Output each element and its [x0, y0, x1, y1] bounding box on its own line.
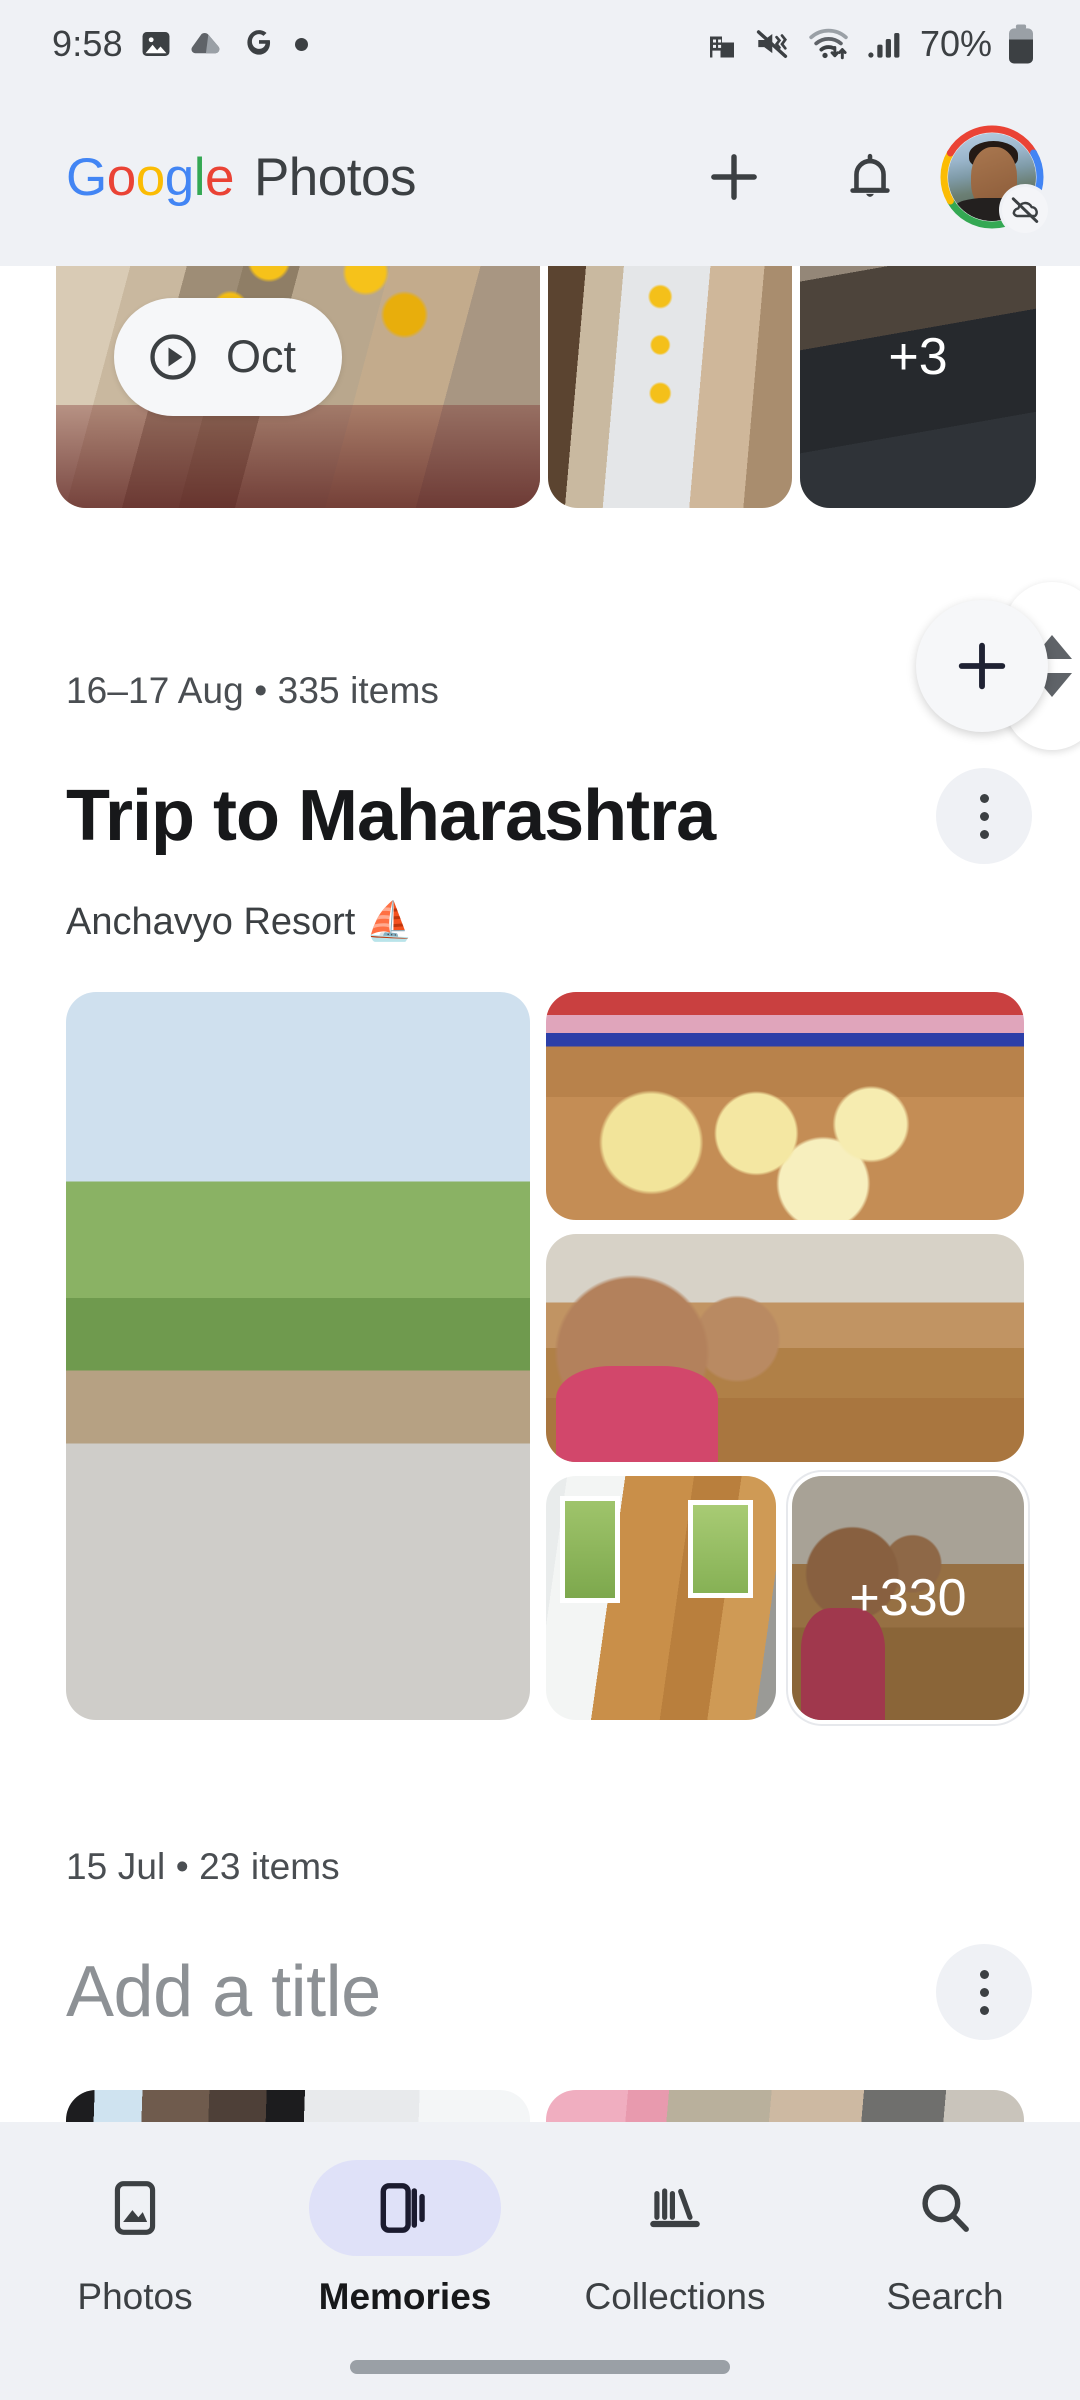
- photo-tile[interactable]: [546, 992, 1024, 1220]
- nav-item-collections[interactable]: Collections: [540, 2160, 810, 2318]
- ringer-vibrate-off-icon: [756, 30, 788, 59]
- nav-label-memories: Memories: [318, 2276, 492, 2317]
- memories-stack-icon: [380, 2183, 425, 2233]
- gesture-navigation-bar[interactable]: [350, 2360, 730, 2374]
- thumbnail-image: [548, 266, 792, 508]
- memory-meta: 15 Jul • 23 items: [66, 1846, 340, 1887]
- status-bar-right: 70%: [704, 23, 1036, 65]
- google-g-icon: [247, 30, 270, 55]
- cellular-signal-icon: [868, 32, 900, 58]
- status-bar-left: 9:58: [52, 23, 308, 65]
- logo-letter-o2: o: [135, 147, 165, 207]
- backup-off-badge-icon: [1011, 197, 1039, 223]
- account-avatar-button[interactable]: [940, 125, 1048, 233]
- create-fab-button[interactable]: [916, 600, 1048, 732]
- memory-thumbnail-more[interactable]: +3: [800, 266, 1036, 508]
- photos-icon: [114, 2181, 156, 2235]
- add-icon: [958, 642, 1006, 690]
- memory-thumbnail[interactable]: Oct: [56, 266, 540, 508]
- memory-overflow-button[interactable]: [936, 1944, 1032, 2040]
- nav-item-search[interactable]: Search: [810, 2160, 1080, 2318]
- status-bar-clock: 9:58: [52, 23, 123, 64]
- more-dot: [979, 793, 989, 803]
- photo-tile[interactable]: [546, 1234, 1024, 1462]
- more-dot: [979, 1969, 989, 1979]
- more-items-count: +3: [800, 266, 1036, 508]
- play-circle-icon: [150, 334, 196, 380]
- memory-title[interactable]: Trip to Maharashtra: [66, 775, 936, 857]
- battery-icon: [1009, 24, 1033, 64]
- nav-label-collections: Collections: [584, 2276, 766, 2317]
- work-profile-icon: [709, 36, 734, 58]
- photo-tile[interactable]: [546, 1476, 776, 1720]
- photo-tile[interactable]: [66, 992, 530, 1720]
- memories-scroll-content[interactable]: Oct +3 16–17 Aug • 335 items Trip to Mah…: [0, 266, 1080, 2400]
- logo-letter-o1: o: [106, 147, 136, 207]
- logo-letter-e: e: [204, 147, 234, 207]
- memory-title-row: Add a title: [0, 1944, 1080, 2040]
- battery-percent-label: 70%: [919, 23, 992, 64]
- logo-letter-g1: G: [66, 147, 107, 207]
- nav-label-photos: Photos: [77, 2276, 193, 2317]
- google-photos-logo: G o o g l e Photos: [66, 147, 416, 208]
- dot-icon: [294, 37, 308, 51]
- nav-pill-collections: [579, 2160, 771, 2256]
- logo-letter-l: l: [193, 147, 206, 207]
- photo-image: [546, 1476, 776, 1720]
- memory-subtitle: Anchavyo Resort ⛵: [66, 901, 414, 943]
- app-bar: G o o g l e Photos: [0, 88, 1080, 266]
- status-bar: 9:58 70%: [0, 0, 1080, 88]
- photo-tile-more[interactable]: +330: [792, 1476, 1024, 1720]
- logo-word-photos: Photos: [253, 147, 417, 207]
- more-items-count: +330: [792, 1476, 1024, 1720]
- memory-photo-grid: +330: [0, 992, 1080, 1720]
- more-dot: [979, 2005, 989, 2015]
- play-memory-chip[interactable]: Oct: [114, 298, 343, 416]
- memory-title-placeholder[interactable]: Add a title: [66, 1951, 936, 2033]
- bottom-navigation-bar: Photos Memories Collections Search: [0, 2122, 1080, 2400]
- more-dot: [979, 811, 989, 821]
- memory-title-row: Trip to Maharashtra: [0, 768, 1080, 864]
- collections-library-icon: [650, 2188, 700, 2228]
- memory-overflow-button[interactable]: [936, 768, 1032, 864]
- top-memory-strip[interactable]: Oct +3: [0, 266, 1080, 508]
- nav-pill-search: [849, 2160, 1041, 2256]
- nav-item-memories[interactable]: Memories: [270, 2160, 540, 2318]
- wifi-icon: [809, 28, 848, 60]
- memory-card[interactable]: 16–17 Aug • 335 items Trip to Maharashtr…: [0, 670, 1080, 1720]
- more-dot: [979, 1987, 989, 1997]
- photos-image-icon: [142, 31, 170, 57]
- nav-label-search: Search: [886, 2276, 1004, 2317]
- nav-item-photos[interactable]: Photos: [0, 2160, 270, 2318]
- nav-pill-photos: [39, 2160, 231, 2256]
- logo-letter-g2: g: [164, 147, 194, 207]
- backup-off-badge[interactable]: [1002, 187, 1048, 233]
- nav-pill-memories: [309, 2160, 501, 2256]
- add-icon: [711, 154, 757, 200]
- photo-image: [546, 992, 1024, 1220]
- cloud-icon: [191, 33, 220, 54]
- search-icon: [922, 2184, 969, 2232]
- photo-image: [66, 992, 530, 1720]
- memory-thumbnail[interactable]: [548, 266, 792, 508]
- more-dot: [979, 829, 989, 839]
- notifications-bell-icon: [850, 153, 890, 197]
- photo-image: [546, 1234, 1024, 1462]
- add-button[interactable]: [688, 131, 780, 223]
- play-chip-label: Oct: [226, 331, 297, 382]
- notifications-button[interactable]: [824, 131, 916, 223]
